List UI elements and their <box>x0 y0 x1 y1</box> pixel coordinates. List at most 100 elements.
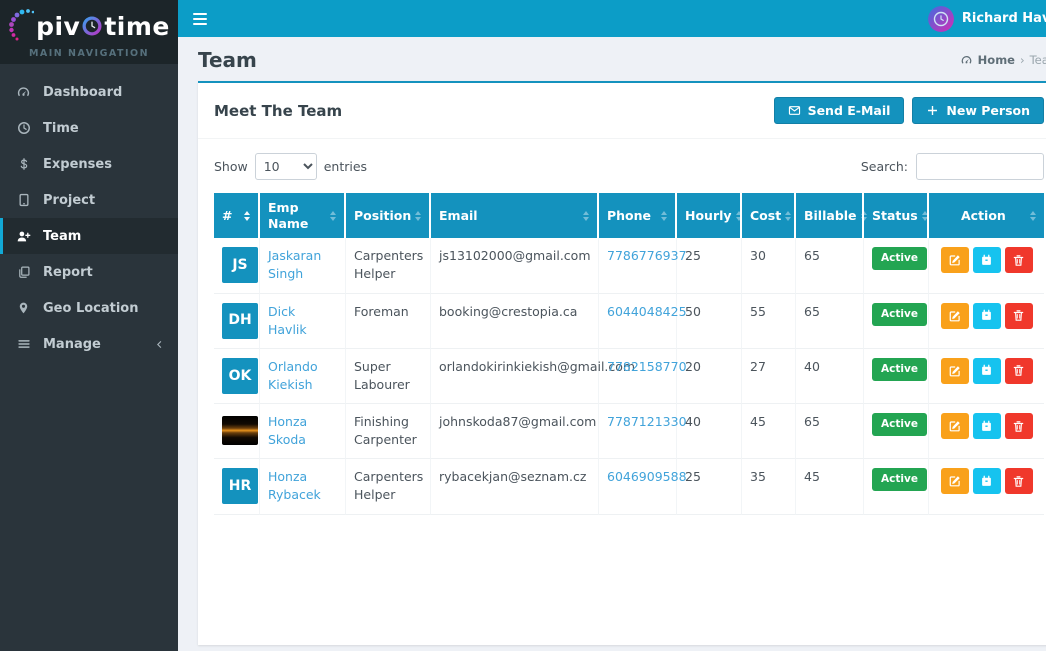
send-email-button[interactable]: Send E-Mail <box>773 97 905 124</box>
sort-icon[interactable] <box>921 210 928 221</box>
column-header-action[interactable]: Action <box>929 193 1044 239</box>
page-size-select[interactable]: 10 <box>254 153 317 180</box>
column-header-label: Cost <box>750 207 782 223</box>
sort-icon[interactable] <box>244 210 250 221</box>
sort-icon[interactable] <box>415 210 422 221</box>
delete-button[interactable] <box>1004 468 1033 495</box>
employee-phone-link[interactable]: 6046909588 <box>607 469 687 484</box>
employee-phone-link[interactable]: 7786776937 <box>607 248 687 263</box>
card-body: Show 10 entries Search: # Emp Name Posit… <box>198 139 1046 529</box>
sidebar-item-label: Time <box>43 120 79 136</box>
employee-billable: 65 <box>804 303 820 319</box>
logo-text-left: piv <box>36 11 81 41</box>
copy-icon <box>15 265 32 279</box>
edit-button[interactable] <box>940 302 969 329</box>
employee-initials-avatar[interactable]: JS <box>222 247 258 284</box>
employee-cost: 27 <box>750 358 766 374</box>
employee-name-link[interactable]: Orlando Kiekish <box>268 359 318 392</box>
column-header-status[interactable]: Status <box>864 193 929 239</box>
employee-name-link[interactable]: Jaskaran Singh <box>268 248 321 281</box>
employee-phone-link[interactable]: 7782158770 <box>607 359 687 374</box>
employee-name-link[interactable]: Honza Rybacek <box>268 469 321 502</box>
column-header-label: Phone <box>607 207 652 223</box>
sidebar-item-geo-location[interactable]: Geo Location <box>0 290 178 326</box>
employee-photo[interactable] <box>222 416 258 445</box>
topbar: Richard Havlik <box>178 0 1046 37</box>
new-person-label: New Person <box>946 103 1030 118</box>
column-header-hourly[interactable]: Hourly <box>677 193 742 239</box>
employee-name-link[interactable]: Honza Skoda <box>268 414 307 447</box>
sort-icon[interactable] <box>330 210 336 221</box>
employee-initials-avatar[interactable]: OK <box>222 357 258 394</box>
calendar-button[interactable] <box>972 357 1001 384</box>
clock-icon <box>15 121 32 135</box>
calendar-button[interactable] <box>972 468 1001 495</box>
employee-email: booking@crestopia.ca <box>439 303 578 319</box>
calendar-button[interactable] <box>972 247 1001 274</box>
employee-email: orlandokirinkiekish@gmail.com <box>439 358 636 374</box>
sort-icon[interactable] <box>860 210 867 221</box>
main-area: Richard Havlik Team Home › Team Meet The… <box>178 0 1046 651</box>
sort-icon[interactable] <box>735 210 742 221</box>
column-header-billable[interactable]: Billable <box>796 193 867 239</box>
column-header-emp-name[interactable]: Emp Name <box>260 193 346 239</box>
search-input[interactable] <box>916 153 1044 180</box>
delete-button[interactable] <box>1004 247 1033 274</box>
page-title: Team <box>198 48 257 72</box>
trash-icon <box>1013 420 1024 432</box>
calendar-button[interactable] <box>972 413 1001 439</box>
status-badge: Active <box>872 302 927 326</box>
employee-phone-link[interactable]: 7787121330 <box>607 414 687 429</box>
delete-button[interactable] <box>1004 413 1033 439</box>
sidebar-item-dashboard[interactable]: Dashboard <box>0 74 178 110</box>
breadcrumb-home-link[interactable]: Home <box>978 53 1015 67</box>
row-actions <box>937 413 1036 439</box>
sidebar-item-time[interactable]: Time <box>0 110 178 146</box>
calendar-button[interactable] <box>972 302 1001 329</box>
employee-hourly: 50 <box>685 303 701 319</box>
edit-button[interactable] <box>940 413 969 439</box>
employee-initials-avatar[interactable]: HR <box>222 468 258 505</box>
column-header-label: Billable <box>804 207 857 223</box>
sort-icon[interactable] <box>785 210 792 221</box>
delete-button[interactable] <box>1004 357 1033 384</box>
table-row: HR Honza Rybacek Carpenters Helper rybac… <box>214 459 1044 515</box>
send-email-label: Send E-Mail <box>807 103 891 118</box>
show-entries: Show 10 entries <box>214 153 367 180</box>
delete-button[interactable] <box>1004 302 1033 329</box>
column-header-email[interactable]: Email <box>431 193 599 239</box>
sort-icon[interactable] <box>1030 210 1036 221</box>
employee-phone-link[interactable]: 6044048425 <box>607 304 687 319</box>
sidebar-item-report[interactable]: Report <box>0 254 178 290</box>
employee-initials-avatar[interactable]: DH <box>222 302 258 339</box>
user-menu[interactable]: Richard Havlik <box>927 5 1046 32</box>
column-header-position[interactable]: Position <box>346 193 431 239</box>
hamburger-menu-icon[interactable] <box>178 0 222 37</box>
user-avatar[interactable] <box>927 5 954 32</box>
new-person-button[interactable]: New Person <box>912 97 1044 124</box>
column-header-label: Email <box>439 207 478 223</box>
logo-area[interactable]: piv time MAIN NAVIGATION <box>0 0 178 64</box>
breadcrumb-separator: › <box>1019 53 1025 67</box>
trash-icon <box>1013 365 1024 376</box>
sidebar-item-project[interactable]: Project <box>0 182 178 218</box>
sidebar-item-team[interactable]: Team <box>0 218 178 254</box>
table-row: JS Jaskaran Singh Carpenters Helper js13… <box>214 238 1044 294</box>
sidebar-item-expenses[interactable]: Expenses <box>0 146 178 182</box>
trash-icon <box>1013 310 1024 321</box>
column-header-index[interactable]: # <box>214 193 260 239</box>
employee-billable: 65 <box>804 248 820 264</box>
edit-button[interactable] <box>940 468 969 495</box>
user-plus-icon <box>15 229 32 244</box>
edit-button[interactable] <box>940 357 969 384</box>
edit-button[interactable] <box>940 247 969 274</box>
column-header-cost[interactable]: Cost <box>742 193 796 239</box>
employee-cost: 55 <box>750 303 766 319</box>
employee-email: js13102000@gmail.com <box>439 248 591 264</box>
team-table: # Emp Name Position Email Phone Hourly C… <box>214 193 1044 515</box>
column-header-phone[interactable]: Phone <box>599 193 677 239</box>
sort-icon[interactable] <box>583 210 589 221</box>
employee-name-link[interactable]: Dick Havlik <box>268 304 307 337</box>
sidebar-item-manage[interactable]: Manage <box>0 326 178 362</box>
sort-icon[interactable] <box>661 210 667 221</box>
